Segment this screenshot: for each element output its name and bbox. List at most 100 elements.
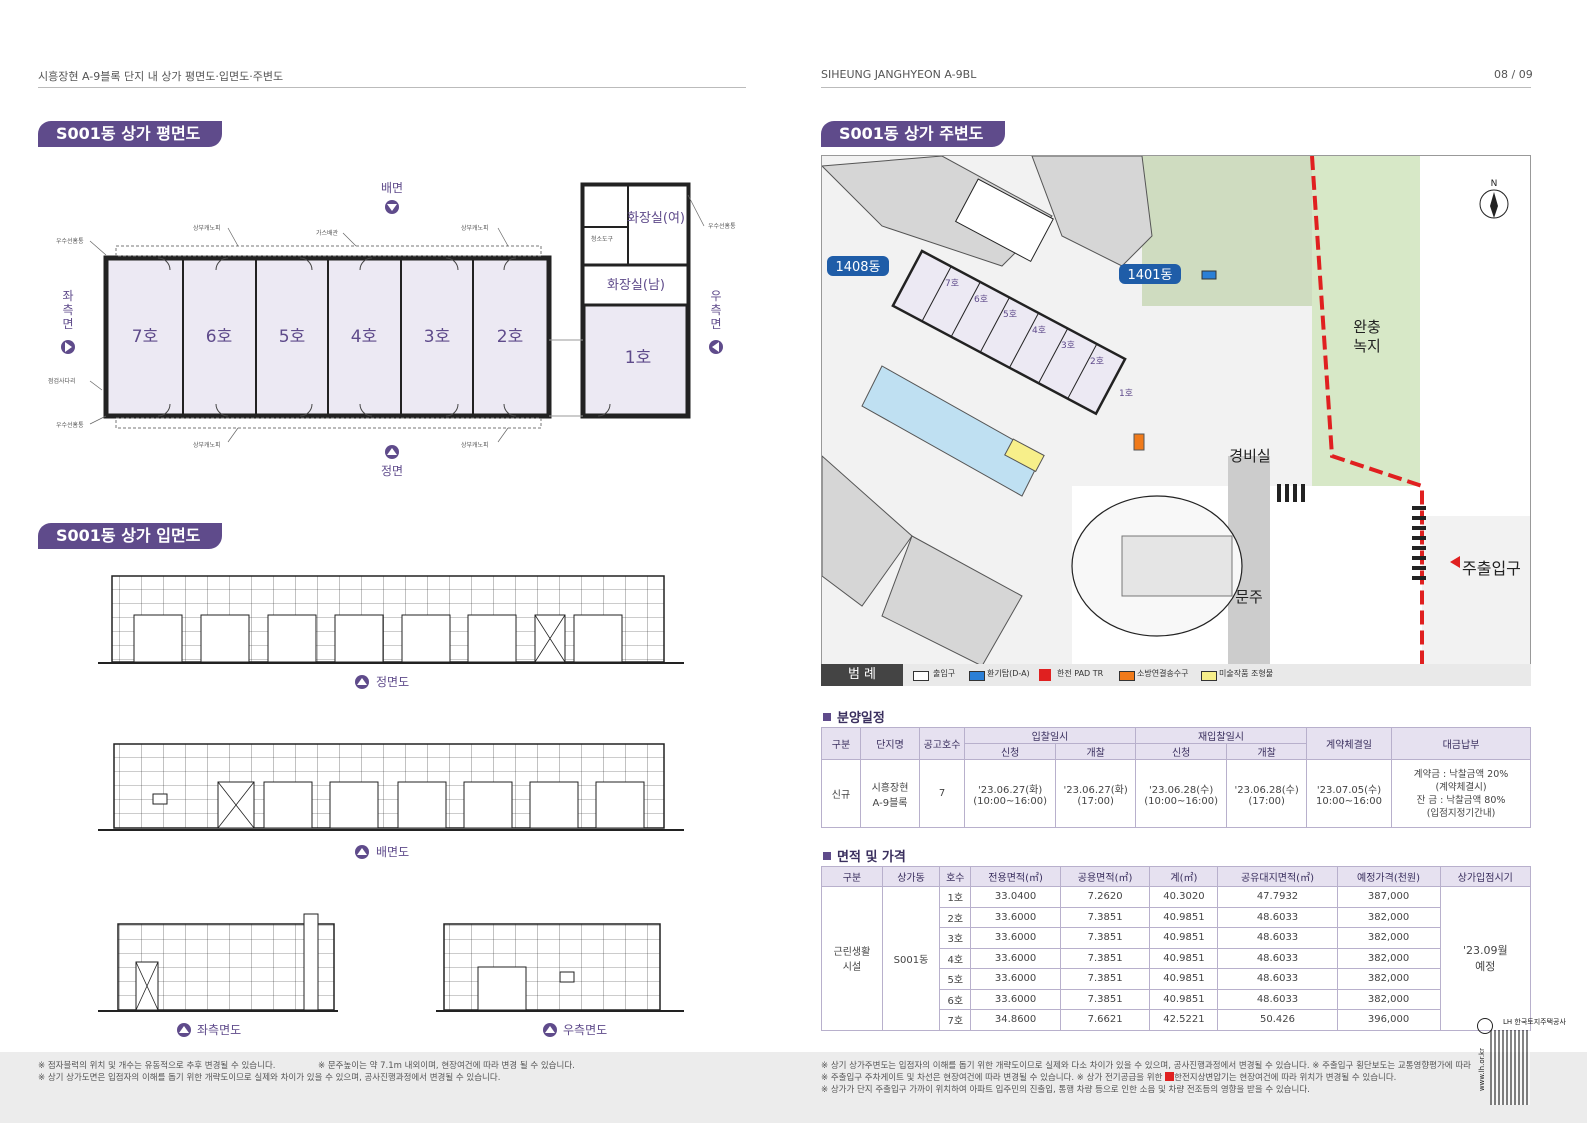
price-cell: 7.3851 — [1059, 968, 1151, 990]
legend-art-icon — [1201, 671, 1217, 681]
note-rain-pipe-1: 우수선홈통 — [56, 237, 84, 245]
sch-bid-apply-date: '23.06.27(화) — [978, 784, 1043, 796]
price-cell: 33.6000 — [970, 947, 1061, 969]
price-h-2: 호수 — [939, 866, 972, 887]
footnote-right-1: ※ 상기 상가주변도는 입점자의 이해를 돕기 위한 개략도이므로 실제와 다소… — [821, 1061, 1473, 1071]
wc-male-label: 화장실(남) — [607, 278, 665, 293]
legend-vent-icon — [969, 671, 985, 681]
price-cell: 7.3851 — [1059, 947, 1151, 969]
sch-h-count: 공고호수 — [919, 727, 965, 760]
footnote-right-3: ※ 상가가 단지 주출입구 가까이 위치하여 아파트 입주민의 진출입, 통행 … — [821, 1085, 1310, 1095]
price-cell: 40.9851 — [1149, 968, 1219, 990]
note-canopy-1: 상부캐노피 — [193, 224, 221, 232]
price-cell: 382,000 — [1336, 968, 1441, 990]
price-cell: 33.6000 — [970, 988, 1061, 1010]
note-canopy-3: 상부캐노피 — [193, 441, 221, 449]
price-cell: 387,000 — [1336, 886, 1441, 908]
price-cell: 33.6000 — [970, 906, 1061, 928]
unit-label-7: 7호 — [132, 327, 158, 347]
wc-female-label: 화장실(여) — [627, 211, 685, 226]
legend-item-vent: 환기탑(D-A) — [987, 669, 1030, 678]
note-canopy-4: 상부캐노피 — [461, 441, 489, 449]
footnote-right-2: ※ 주출입구 주차게이트 및 차선은 현장여건에 따라 변경될 수 있습니다. … — [821, 1072, 1396, 1084]
price-cell: 48.6033 — [1217, 927, 1338, 949]
sch-payment-line-1: 계약금 : 낙찰금액 20% — [1413, 768, 1509, 780]
unit-label-4: 4호 — [351, 327, 377, 347]
sch-bid-apply-time: (10:00~16:00) — [973, 795, 1048, 807]
entrance-arrow-icon — [1450, 556, 1460, 568]
left-elevation-label: 좌측면도 — [197, 1023, 241, 1037]
sch-contract: '23.07.05(수) 10:00~16:00 — [1306, 759, 1392, 828]
price-building: S001동 — [881, 886, 941, 1031]
right-side-label: 우측면 — [710, 289, 721, 331]
sch-h-complex: 단지명 — [860, 727, 920, 760]
pricing-table: 구분 상가동 호수 전용면적(㎡) 공용면적(㎡) 계(㎡) 공유대지면적(㎡) 예정가격(천… — [821, 866, 1532, 1031]
price-cell: 382,000 — [1336, 906, 1441, 928]
legend-item-pad-tr: 한전 PAD TR — [1057, 669, 1104, 678]
price-cell: 33.0400 — [970, 886, 1061, 908]
footnote-left-2: ※ 상기 상가도면은 입점자의 이해를 돕기 위한 개략도이므로 실제와 차이가… — [38, 1073, 501, 1083]
page-number: 08 / 09 — [1494, 68, 1533, 81]
shop-building-s001 — [891, 249, 1127, 416]
price-cell: 47.7932 — [1217, 886, 1338, 908]
legend-item-art: 미술작품 조형물 — [1219, 669, 1274, 678]
map-unit-7: 7호 — [945, 278, 959, 289]
legend-item-fire: 소방연결송수구 — [1137, 669, 1189, 678]
price-cell: 42.5221 — [1149, 1009, 1219, 1031]
left-side-label: 좌측면 — [62, 289, 73, 331]
sch-payment-line-3: 잔 금 : 낙찰금액 80% — [1416, 794, 1506, 806]
price-h-3: 전용면적(㎡) — [970, 866, 1061, 887]
price-category: 근린생활 시설 — [821, 886, 883, 1031]
price-h-7: 예정가격(천원) — [1336, 866, 1441, 887]
sch-h-bid-apply: 신청 — [963, 743, 1057, 760]
north-label: N — [1491, 179, 1498, 189]
back-elevation — [113, 743, 665, 829]
sch-h-type: 구분 — [821, 727, 861, 760]
sch-count: 7 — [919, 759, 965, 828]
price-cell: 48.6033 — [1217, 988, 1338, 1010]
price-cell: 3호 — [939, 927, 972, 949]
sch-rebid-open-date: '23.06.28(수) — [1234, 784, 1299, 796]
price-cell: 33.6000 — [970, 927, 1061, 949]
price-h-4: 공용면적(㎡) — [1059, 866, 1151, 887]
site-map-svg: 1408동 1401동 7호 6호 5호 4호 3호 2호 1호 완충 녹지 경비… — [820, 155, 1530, 668]
green-belt-label: 완충 녹지 — [1353, 318, 1381, 355]
legend-entrance-icon — [913, 671, 929, 681]
price-row: 근린생활 시설 S001동 1호 33.0400 7.2620 40.3020 47.793… — [821, 886, 1532, 1031]
sch-h-rebid-open: 개찰 — [1226, 743, 1307, 760]
sch-rebid-apply-time: (10:00~16:00) — [1144, 795, 1219, 807]
legend-pad-tr-icon — [1039, 669, 1051, 681]
price-h-5: 계(㎡) — [1149, 866, 1219, 887]
sch-h-rebid-apply: 신청 — [1134, 743, 1228, 760]
legend-title: 범 례 — [821, 664, 903, 686]
price-cell: 382,000 — [1336, 947, 1441, 969]
sch-rebid-open: '23.06.28(수) (17:00) — [1226, 759, 1307, 828]
footnote-left-1: ※ 점자블럭의 위치 및 개수는 유동적으로 추후 변경될 수 있습니다. — [38, 1061, 276, 1071]
map-unit-3: 3호 — [1061, 340, 1075, 351]
sch-rebid-open-time: (17:00) — [1248, 795, 1285, 807]
price-cell: 40.9851 — [1149, 988, 1219, 1010]
price-h-6: 공유대지면적(㎡) — [1217, 866, 1338, 887]
map-unit-2: 2호 — [1090, 356, 1104, 367]
unit-label-5: 5호 — [279, 327, 305, 347]
price-cell: 2호 — [939, 906, 972, 928]
front-label: 정면 — [381, 464, 403, 478]
footnote-right-2a: ※ 주출입구 주차게이트 및 차선은 현장여건에 따라 변경될 수 있습니다. … — [821, 1073, 1163, 1083]
price-cell: 7.2620 — [1059, 886, 1151, 908]
note-rain-pipe-3: 우수선홈통 — [708, 222, 736, 230]
price-cell: 40.9851 — [1149, 906, 1219, 928]
back-elevation-label: 배면도 — [376, 845, 409, 859]
note-ladder: 점검사다리 — [48, 377, 76, 385]
sch-h-rebid: 재입찰일시 — [1134, 727, 1308, 744]
price-cell: 7호 — [939, 1009, 972, 1031]
price-h-1: 상가동 — [881, 866, 941, 887]
legend-fire-icon — [1119, 671, 1135, 681]
unit-label-1: 1호 — [625, 348, 651, 368]
price-cell: 7.6621 — [1059, 1009, 1151, 1031]
sch-bid-open-time: (17:00) — [1077, 795, 1114, 807]
footnote-left-1b: ※ 문주높이는 약 7.1m 내외이며, 현장여건에 따라 변경 될 수 있습니… — [318, 1061, 575, 1071]
qr-code-icon[interactable] — [1490, 1030, 1530, 1105]
price-cell: 48.6033 — [1217, 947, 1338, 969]
footnote-right-2b: 한전지상변압기는 현장여건에 따라 위치가 변경될 수 있습니다. — [1174, 1073, 1397, 1083]
site-map: 1408동 1401동 7호 6호 5호 4호 3호 2호 1호 완충 녹지 경비… — [820, 155, 1531, 686]
